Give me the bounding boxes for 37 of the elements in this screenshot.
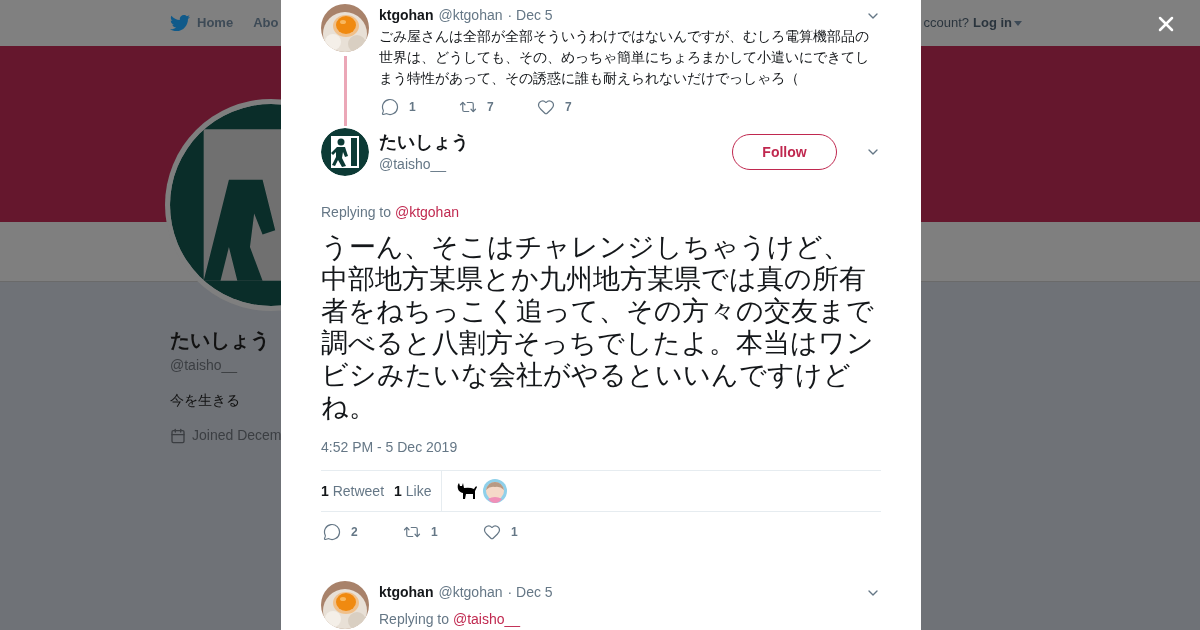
heart-icon (483, 523, 501, 541)
tweet-timestamp: 4:52 PM - 5 Dec 2019 (321, 438, 459, 457)
heart-button[interactable]: 1 (483, 523, 533, 541)
heart-button[interactable]: 7 (537, 98, 587, 116)
heart-icon (537, 98, 555, 116)
tweet-text: ごみ屋さんは全部が全部そういうわけではないんですが、むしろ電算機部品の世界は、どうしても、その、めっちゃ簡単にちょろまかして小遣いにできてしまう特性があって、その誘惑に誰も耐えられないだけでっしゃろ（ (379, 27, 870, 88)
account-prompt: ccount? (923, 14, 969, 33)
retweet-button[interactable]: 1 (403, 523, 453, 541)
profile-name: たいしょう (170, 328, 270, 353)
bird-icon (170, 13, 190, 33)
author-name: ktgohan (379, 583, 434, 602)
speech-bubble-icon (381, 98, 399, 116)
speech-bubble-button[interactable]: 2 (323, 523, 373, 541)
author-handle: @ktgohan (438, 583, 503, 602)
caret-icon (1014, 20, 1022, 26)
login-button[interactable]: Log in (973, 13, 1022, 33)
stat-link[interactable]: 1 Like (394, 480, 432, 502)
tweet-date: · Dec 5 (507, 583, 553, 602)
tweet-text: うーん、そこはチャレンジしちゃうけど、 (321, 231, 850, 263)
replying-to: Replying to @ktgohan (321, 203, 460, 222)
author-avatar (321, 128, 369, 176)
author-handle: @ktgohan (438, 6, 503, 25)
replying-to: Replying to @taisho__ (379, 610, 522, 629)
tweet-date: · Dec 5 (507, 6, 553, 25)
calendar-icon (170, 427, 186, 444)
author-handle: @taisho__ (379, 154, 448, 174)
speech-bubble-icon (323, 523, 341, 541)
thread-line (343, 56, 347, 126)
author-name: たいしょう (379, 130, 470, 154)
mention-link[interactable]: @taisho__ (452, 611, 521, 627)
stat-link[interactable]: 1 Retweet (321, 480, 385, 502)
mention-link[interactable]: @ktgohan (394, 204, 459, 220)
profile-bio: 今を生きる (170, 391, 240, 410)
speech-bubble-button[interactable]: 1 (381, 98, 431, 116)
retweet-button[interactable]: 7 (459, 98, 509, 116)
tweet-text: 中部地方某県とか九州地方某県では真の所有者をねちっこく追って、その方々の交友まで調べると八割方そっちでしたよ。本当はワンビシみたいな会社がやるといいんですけどね。 (321, 263, 875, 423)
author-name: ktgohan (379, 6, 434, 25)
